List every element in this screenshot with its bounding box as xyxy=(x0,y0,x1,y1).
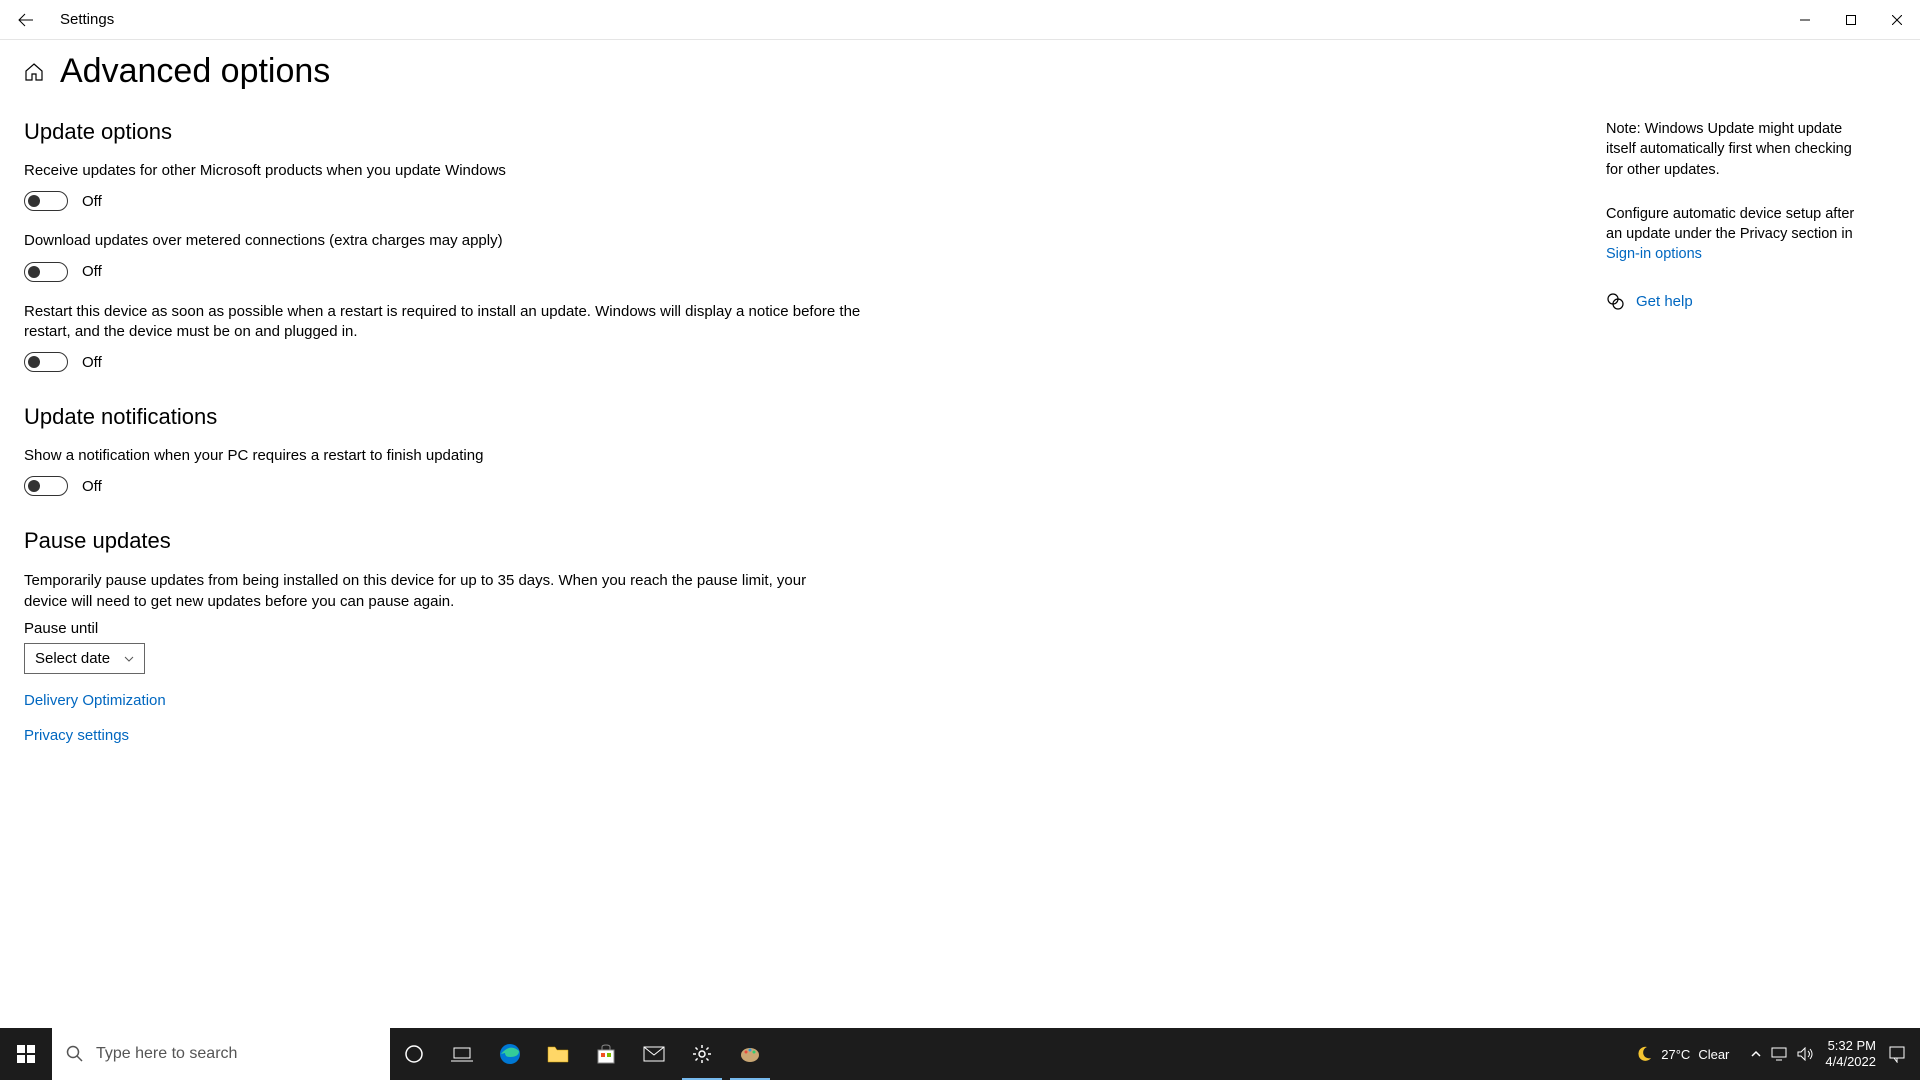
option-desc: Download updates over metered connection… xyxy=(24,231,864,251)
option-desc: Receive updates for other Microsoft prod… xyxy=(24,161,864,181)
section-heading: Update options xyxy=(24,119,864,145)
monitor-icon[interactable] xyxy=(1771,1047,1787,1061)
weather-cond: Clear xyxy=(1698,1047,1729,1062)
side-note-2-prefix: Configure automatic device setup after a… xyxy=(1606,206,1854,242)
edge-icon xyxy=(499,1043,521,1065)
help-icon xyxy=(1606,292,1624,310)
option-desc: Show a notification when your PC require… xyxy=(24,446,864,466)
link-sign-in-options[interactable]: Sign-in options xyxy=(1606,246,1702,262)
section-update-notifications: Update notifications Show a notification… xyxy=(24,404,864,496)
home-icon[interactable] xyxy=(24,62,44,82)
toggle-label: Off xyxy=(82,263,102,280)
search-icon xyxy=(66,1045,84,1063)
taskbar: Type here to search 27°C Clear 5:32 PM 4… xyxy=(0,1028,1920,1080)
taskbar-icons xyxy=(390,1028,774,1080)
side-note-1: Note: Windows Update might update itself… xyxy=(1606,119,1856,180)
folder-icon xyxy=(547,1045,569,1063)
tray-time: 5:32 PM xyxy=(1825,1038,1876,1054)
chevron-down-icon xyxy=(124,656,134,662)
toggle-restart-notification[interactable] xyxy=(24,476,68,496)
chevron-up-icon[interactable] xyxy=(1751,1049,1761,1059)
app-title: Settings xyxy=(60,11,114,28)
pause-until-label: Pause until xyxy=(24,620,864,637)
option-desc: Restart this device as soon as possible … xyxy=(24,302,864,343)
task-cortana[interactable] xyxy=(390,1028,438,1080)
taskbar-search[interactable]: Type here to search xyxy=(52,1028,390,1080)
page-header: Advanced options xyxy=(0,40,1920,99)
section-heading: Update notifications xyxy=(24,404,864,430)
moon-icon xyxy=(1635,1045,1653,1063)
toggle-row: Off xyxy=(24,476,864,496)
back-arrow-icon xyxy=(18,12,34,28)
side-note-2: Configure automatic device setup after a… xyxy=(1606,204,1856,265)
gear-icon xyxy=(692,1044,712,1064)
pause-until-dropdown[interactable]: Select date xyxy=(24,643,145,674)
task-view-icon xyxy=(451,1046,473,1062)
window-controls xyxy=(1782,0,1920,40)
toggle-other-products[interactable] xyxy=(24,191,68,211)
maximize-button[interactable] xyxy=(1828,0,1874,40)
toggle-restart-asap[interactable] xyxy=(24,352,68,372)
cortana-icon xyxy=(404,1044,424,1064)
task-mail[interactable] xyxy=(630,1028,678,1080)
back-button[interactable] xyxy=(16,10,36,30)
toggle-metered[interactable] xyxy=(24,262,68,282)
weather-temp: 27°C xyxy=(1661,1047,1690,1062)
store-icon xyxy=(596,1044,616,1064)
start-button[interactable] xyxy=(0,1028,52,1080)
minimize-icon xyxy=(1800,15,1810,25)
get-help-row[interactable]: Get help xyxy=(1606,291,1856,312)
paint-icon xyxy=(740,1044,760,1064)
toggle-row: Off xyxy=(24,352,864,372)
pause-desc: Temporarily pause updates from being ins… xyxy=(24,570,844,612)
toggle-label: Off xyxy=(82,478,102,495)
volume-icon[interactable] xyxy=(1797,1047,1813,1061)
task-settings[interactable] xyxy=(678,1028,726,1080)
title-left: Settings xyxy=(0,10,114,30)
section-pause-updates: Pause updates Temporarily pause updates … xyxy=(24,528,864,744)
page-title: Advanced options xyxy=(60,52,330,91)
toggle-row: Off xyxy=(24,262,864,282)
toggle-row: Off xyxy=(24,191,864,211)
windows-icon xyxy=(17,1045,35,1063)
close-button[interactable] xyxy=(1874,0,1920,40)
content-wrapper: Update options Receive updates for other… xyxy=(0,99,1920,776)
task-view[interactable] xyxy=(438,1028,486,1080)
toggle-label: Off xyxy=(82,354,102,371)
close-icon xyxy=(1892,15,1902,25)
link-delivery-optimization[interactable]: Delivery Optimization xyxy=(24,692,864,709)
task-store[interactable] xyxy=(582,1028,630,1080)
main-column: Update options Receive updates for other… xyxy=(24,119,864,776)
section-update-options: Update options Receive updates for other… xyxy=(24,119,864,372)
maximize-icon xyxy=(1846,15,1856,25)
weather-widget[interactable]: 27°C Clear xyxy=(1635,1045,1729,1063)
title-bar: Settings xyxy=(0,0,1920,40)
minimize-button[interactable] xyxy=(1782,0,1828,40)
mail-icon xyxy=(643,1046,665,1062)
side-column: Note: Windows Update might update itself… xyxy=(1606,119,1856,776)
tray-date: 4/4/2022 xyxy=(1825,1054,1876,1070)
section-heading: Pause updates xyxy=(24,528,864,554)
notifications-icon[interactable] xyxy=(1888,1045,1906,1063)
dropdown-value: Select date xyxy=(35,650,110,667)
tray-datetime[interactable]: 5:32 PM 4/4/2022 xyxy=(1825,1038,1876,1069)
taskbar-search-placeholder: Type here to search xyxy=(96,1045,237,1063)
tray-icons xyxy=(1751,1047,1813,1061)
task-file-explorer[interactable] xyxy=(534,1028,582,1080)
task-paint[interactable] xyxy=(726,1028,774,1080)
link-privacy-settings[interactable]: Privacy settings xyxy=(24,727,864,744)
get-help-label: Get help xyxy=(1636,291,1693,312)
system-tray: 27°C Clear 5:32 PM 4/4/2022 xyxy=(1635,1038,1920,1069)
task-edge[interactable] xyxy=(486,1028,534,1080)
toggle-label: Off xyxy=(82,193,102,210)
